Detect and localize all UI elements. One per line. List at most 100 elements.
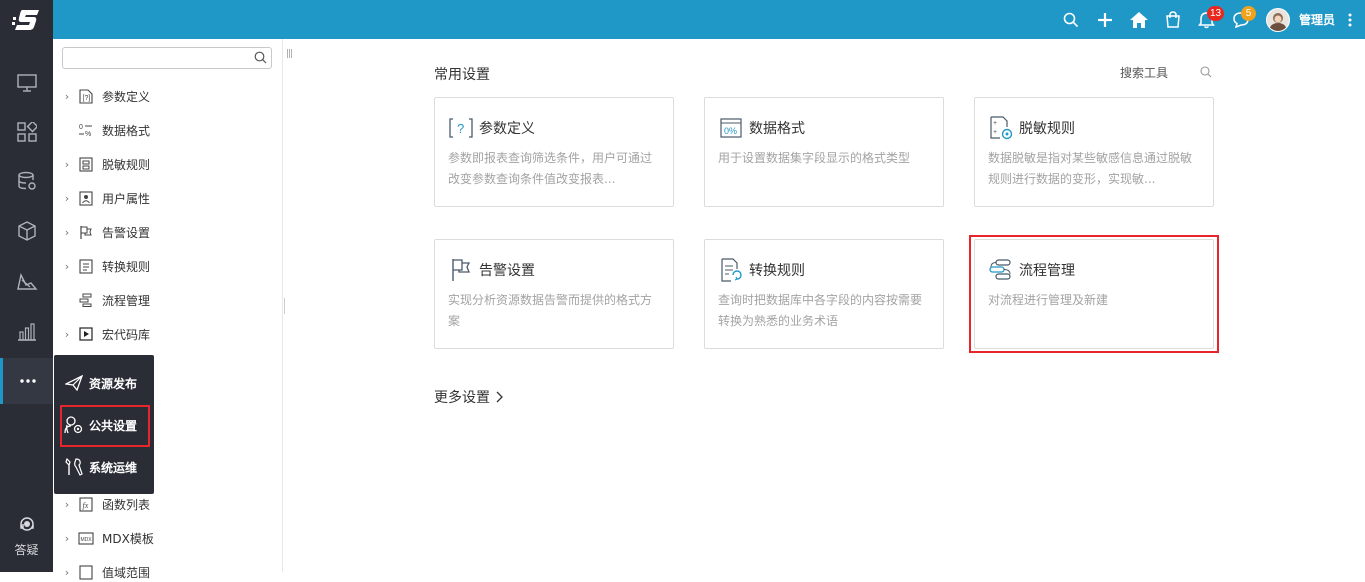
- search-icon: [1063, 12, 1079, 27]
- tree-item-function[interactable]: › fx 函数列表: [61, 494, 150, 514]
- expand-arrow-icon[interactable]: ›: [61, 566, 73, 579]
- tools-icon: [63, 457, 85, 477]
- svg-text:[?]: [?]: [83, 95, 91, 102]
- card-mask-rules[interactable]: + + 脱敏规则 数据脱敏是指对某些敏感信息通过脱敏规则进行数据的变形，实现敏..…: [974, 97, 1214, 207]
- rail-item-reports[interactable]: [0, 309, 53, 353]
- rail-item-apps[interactable]: [0, 110, 53, 154]
- popup-item-system-ops[interactable]: 系统运维: [54, 446, 154, 488]
- card-title: 告警设置: [479, 263, 535, 279]
- expand-arrow-icon[interactable]: ›: [61, 328, 73, 341]
- help-button[interactable]: 答疑: [0, 515, 53, 565]
- search-icon[interactable]: [1200, 66, 1212, 78]
- search-button[interactable]: [1054, 0, 1088, 39]
- tree-item-label: 用户属性: [102, 191, 151, 206]
- add-button[interactable]: [1088, 0, 1122, 39]
- user-menu[interactable]: 管理员: [1258, 0, 1335, 39]
- more-menu-button[interactable]: [1335, 0, 1365, 39]
- tree-search-box[interactable]: [62, 47, 272, 69]
- card-description: 参数即报表查询筛选条件，用户可通过改变参数查询条件值改变报表...: [448, 151, 653, 186]
- tree-search-input[interactable]: [67, 49, 252, 69]
- svg-text:+: +: [993, 129, 997, 136]
- card-title: 参数定义: [479, 121, 535, 137]
- tree-item-label: 值域范围: [102, 565, 151, 580]
- more-settings-label: 更多设置: [434, 390, 490, 406]
- home-button[interactable]: [1122, 0, 1156, 39]
- bar-chart-icon: [17, 323, 36, 341]
- popup-item-label: 资源发布: [89, 376, 138, 391]
- tree-item-macro[interactable]: › 宏代码库: [61, 324, 150, 344]
- svg-text:?: ?: [457, 121, 464, 136]
- expand-arrow-icon[interactable]: ›: [61, 498, 73, 511]
- expand-arrow-icon[interactable]: ›: [61, 192, 73, 205]
- card-description: 查询时把数据库中各字段的内容按需要转换为熟悉的业务术语: [718, 293, 923, 328]
- expand-arrow-icon[interactable]: ›: [61, 226, 73, 239]
- panel-divider-handle[interactable]: [284, 298, 286, 314]
- user-attr-icon: [78, 190, 94, 206]
- svg-text:0%: 0%: [724, 126, 737, 136]
- more-vertical-icon: [1348, 13, 1352, 26]
- bag-button[interactable]: [1156, 0, 1190, 39]
- tree-item-mask[interactable]: › 脱敏规则: [61, 154, 150, 174]
- card-param-definition[interactable]: ? 参数定义 参数即报表查询筛选条件，用户可通过改变参数查询条件值改变报表...: [434, 97, 674, 207]
- tree-item-convert[interactable]: › 转换规则: [61, 256, 150, 276]
- format-icon: 0%: [78, 122, 94, 138]
- logo-icon: [11, 9, 39, 30]
- mask-icon: [78, 156, 94, 172]
- notifications-button[interactable]: 13: [1190, 0, 1225, 39]
- messages-button[interactable]: 5: [1224, 0, 1258, 39]
- tree-item-format[interactable]: 0% 数据格式: [61, 120, 150, 140]
- popup-item-resource-publish[interactable]: 资源发布: [54, 362, 154, 404]
- messages-badge: 5: [1240, 6, 1256, 21]
- param-icon: ?: [448, 115, 474, 141]
- panel-resize-grip[interactable]: |||: [286, 49, 293, 59]
- rail-item-analysis[interactable]: [0, 259, 53, 303]
- function-icon: fx: [78, 496, 94, 512]
- svg-text:MDX: MDX: [81, 537, 93, 543]
- mask-icon: + +: [988, 115, 1014, 141]
- tree-item-label: 转换规则: [102, 259, 151, 274]
- search-icon[interactable]: [254, 51, 267, 64]
- card-description: 实现分析资源数据告警而提供的格式方案: [448, 293, 653, 328]
- app-logo[interactable]: [0, 0, 53, 39]
- flow-management-highlight: [969, 235, 1219, 353]
- card-convert-rules[interactable]: 转换规则 查询时把数据库中各字段的内容按需要转换为熟悉的业务术语: [704, 239, 944, 349]
- public-settings-highlight: [60, 405, 150, 447]
- expand-arrow-icon[interactable]: ›: [61, 158, 73, 171]
- search-tool-link[interactable]: 搜索工具: [1120, 64, 1168, 81]
- expand-arrow-icon[interactable]: ›: [61, 532, 73, 545]
- card-data-format[interactable]: 0% 数据格式 用于设置数据集字段显示的格式类型: [704, 97, 944, 207]
- avatar-icon: [1268, 12, 1287, 31]
- tree-item-label: 流程管理: [102, 293, 151, 308]
- rail-item-cube[interactable]: [0, 209, 53, 253]
- rail-item-monitor[interactable]: [0, 61, 53, 105]
- card-title: 转换规则: [749, 263, 805, 279]
- expand-arrow-icon[interactable]: ›: [61, 260, 73, 273]
- notifications-badge: 13: [1206, 6, 1225, 21]
- tree-item-alert[interactable]: › 告警设置: [61, 222, 150, 242]
- tree-item-label: 脱敏规则: [102, 157, 151, 172]
- tree-item-label: 宏代码库: [102, 327, 151, 342]
- plus-icon: [1097, 12, 1112, 27]
- tree-item-user-attr[interactable]: › 用户属性: [61, 188, 150, 208]
- svg-text:+: +: [993, 120, 997, 127]
- card-alert-settings[interactable]: 告警设置 实现分析资源数据告警而提供的格式方案: [434, 239, 674, 349]
- rail-item-data[interactable]: [0, 159, 53, 203]
- tree-item-label: 告警设置: [102, 225, 151, 240]
- more-settings-link[interactable]: 更多设置: [434, 387, 503, 407]
- range-icon: [78, 564, 94, 580]
- tree-item-mdx[interactable]: › MDX MDX模板: [61, 528, 154, 548]
- expand-arrow-icon[interactable]: ›: [61, 90, 73, 103]
- user-name: 管理员: [1298, 13, 1335, 27]
- left-rail: 答疑: [0, 39, 53, 572]
- home-icon: [1129, 11, 1148, 28]
- database-settings-icon: [17, 171, 36, 190]
- tree-item-label: 函数列表: [102, 497, 151, 512]
- tree-item-range[interactable]: › 值域范围: [61, 562, 150, 582]
- rail-item-more[interactable]: [0, 358, 53, 404]
- tree-item-param[interactable]: › [?] 参数定义: [61, 86, 150, 106]
- flag-icon: [78, 224, 94, 240]
- tree-item-flow[interactable]: 流程管理: [61, 290, 150, 310]
- card-title: 数据格式: [749, 121, 805, 137]
- card-description: 数据脱敏是指对某些敏感信息通过脱敏规则进行数据的变形，实现敏...: [988, 151, 1193, 186]
- param-icon: [?]: [78, 88, 94, 104]
